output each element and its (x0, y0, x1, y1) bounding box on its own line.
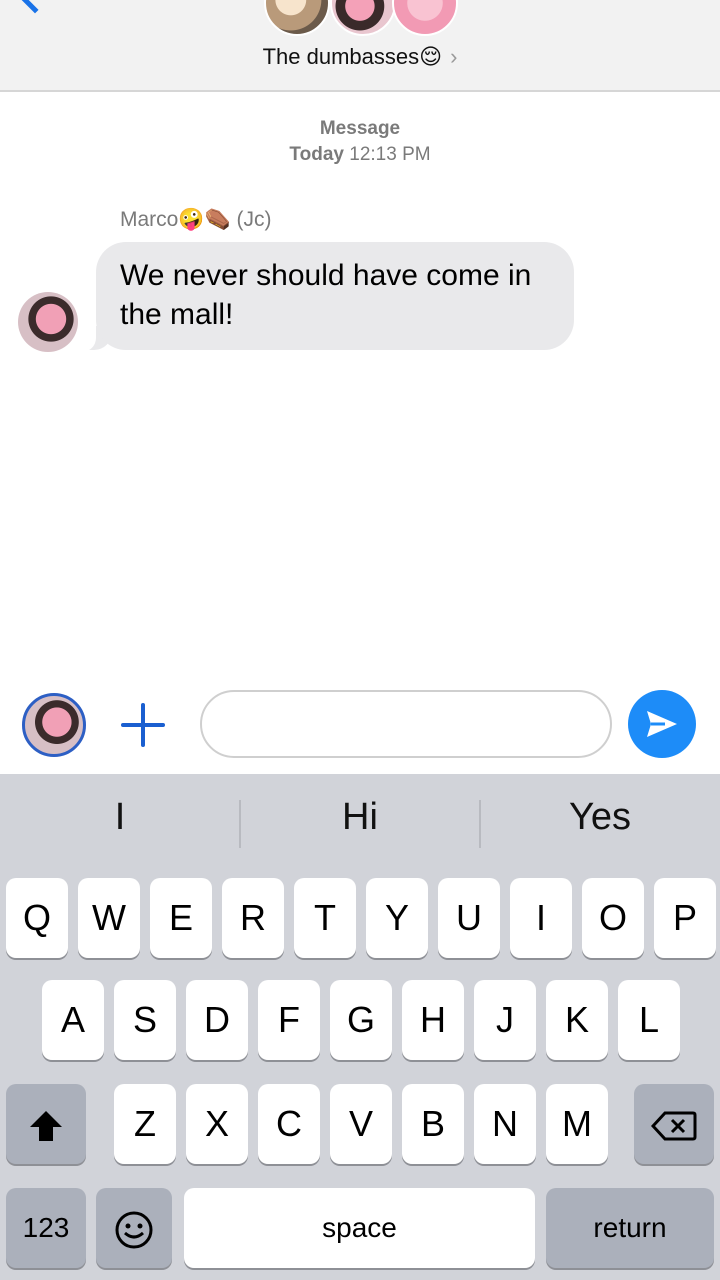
return-key[interactable]: return (546, 1188, 714, 1268)
key-x[interactable]: X (186, 1084, 248, 1164)
space-key[interactable]: space (184, 1188, 535, 1268)
key-f[interactable]: F (258, 980, 320, 1060)
key-t[interactable]: T (294, 878, 356, 958)
key-a[interactable]: A (42, 980, 104, 1060)
key-s[interactable]: S (114, 980, 176, 1060)
group-avatar-1 (264, 0, 330, 36)
key-m[interactable]: M (546, 1084, 608, 1164)
message-bubble[interactable]: We never should have come in the mall! (96, 242, 574, 350)
key-w[interactable]: W (78, 878, 140, 958)
key-n[interactable]: N (474, 1084, 536, 1164)
key-z[interactable]: Z (114, 1084, 176, 1164)
key-u[interactable]: U (438, 878, 500, 958)
key-j[interactable]: J (474, 980, 536, 1060)
key-q[interactable]: Q (6, 878, 68, 958)
suggestion-1[interactable]: I (0, 796, 240, 839)
key-d[interactable]: D (186, 980, 248, 1060)
message-input[interactable] (200, 690, 612, 758)
key-r[interactable]: R (222, 878, 284, 958)
timestamp-day: Today (289, 144, 344, 165)
keyboard: I Hi Yes Q W E R T Y U I O P A S D F G H… (0, 774, 720, 1280)
predictive-bar: I Hi Yes (0, 774, 720, 872)
key-k[interactable]: K (546, 980, 608, 1060)
key-g[interactable]: G (330, 980, 392, 1060)
service-label: Message (319, 118, 401, 139)
back-chevron-icon[interactable] (16, 0, 54, 14)
numbers-key[interactable]: 123 (6, 1188, 86, 1268)
key-b[interactable]: B (402, 1084, 464, 1164)
delete-key[interactable] (634, 1084, 714, 1164)
chevron-right-icon: › (450, 44, 458, 69)
group-name: The dumbasses😌 (262, 44, 443, 69)
backspace-icon (651, 1111, 697, 1141)
suggestion-2[interactable]: Hi (240, 796, 480, 839)
emoji-icon (115, 1211, 153, 1249)
shift-icon (30, 1111, 62, 1142)
key-v[interactable]: V (330, 1084, 392, 1164)
group-avatar-2 (330, 0, 396, 36)
sender-avatar[interactable] (18, 292, 78, 352)
timestamp-time: 12:13 PM (349, 144, 431, 165)
suggestion-3[interactable]: Yes (480, 796, 720, 839)
group-title[interactable]: The dumbasses😌 › (0, 44, 720, 70)
key-e[interactable]: E (150, 878, 212, 958)
plus-icon[interactable] (118, 700, 168, 750)
key-l[interactable]: L (618, 980, 680, 1060)
key-y[interactable]: Y (366, 878, 428, 958)
group-avatars[interactable] (264, 0, 460, 36)
conversation-header: The dumbasses😌 › (0, 0, 720, 92)
shift-key[interactable] (6, 1084, 86, 1164)
memoji-avatar-button[interactable] (22, 693, 86, 757)
send-button[interactable] (628, 690, 696, 758)
message-sender: Marco🤪⚰️ (Jc) (120, 208, 272, 231)
emoji-key[interactable] (96, 1188, 172, 1268)
send-icon (647, 711, 677, 737)
group-avatar-3 (392, 0, 458, 36)
timestamp: Today 12:13 PM (0, 144, 720, 166)
key-p[interactable]: P (654, 878, 716, 958)
key-o[interactable]: O (582, 878, 644, 958)
key-h[interactable]: H (402, 980, 464, 1060)
key-i[interactable]: I (510, 878, 572, 958)
key-c[interactable]: C (258, 1084, 320, 1164)
